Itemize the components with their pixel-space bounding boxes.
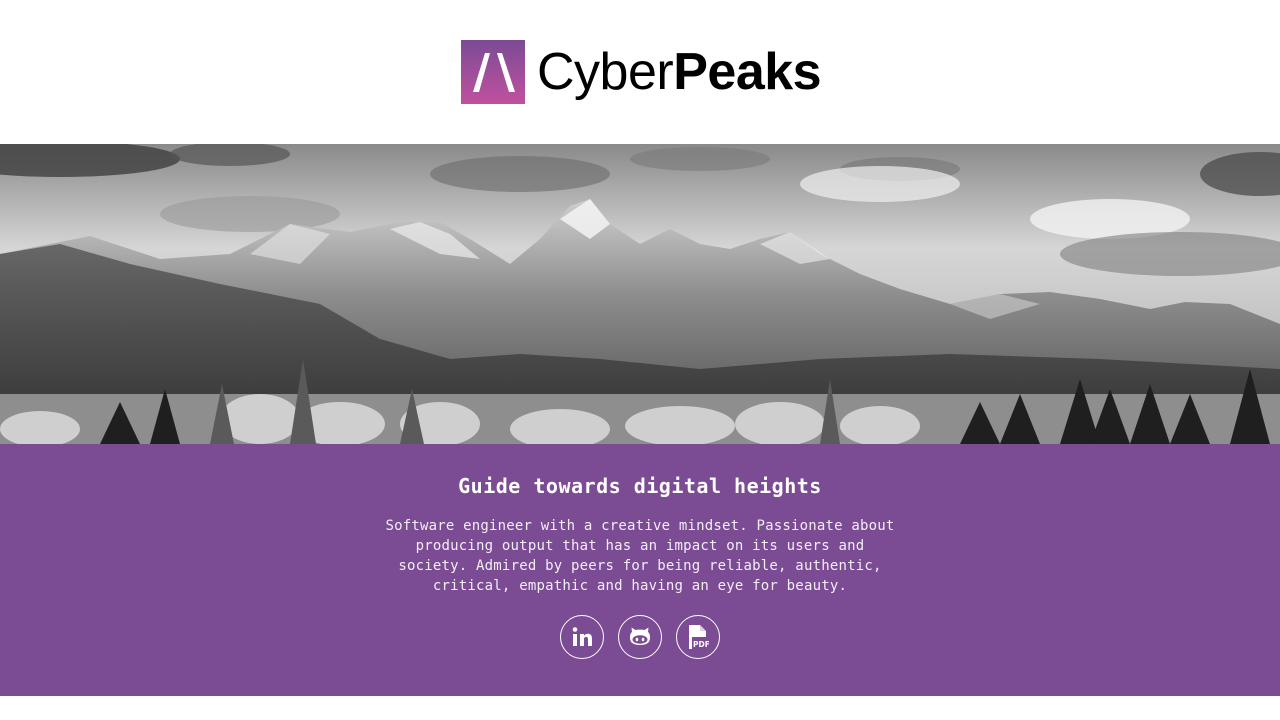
social-links: PDF	[560, 615, 720, 659]
bio-text: Software engineer with a creative mindse…	[385, 518, 895, 594]
site-header: CyberPeaks	[0, 0, 1280, 144]
pdf-icon: PDF	[689, 625, 709, 649]
logo-text-light: Cyber	[537, 43, 674, 101]
intro-band: Guide towards digital heights Software e…	[0, 444, 1280, 696]
next-section	[0, 696, 1280, 720]
linkedin-icon	[572, 627, 592, 646]
hero-image	[0, 144, 1280, 444]
site-logo[interactable]: CyberPeaks	[461, 40, 822, 104]
pdf-download-link[interactable]: PDF	[676, 615, 720, 659]
tagline-heading: Guide towards digital heights	[458, 474, 822, 498]
logo-text-bold: Peaks	[673, 43, 822, 101]
svg-text:PDF: PDF	[693, 640, 709, 649]
github-link[interactable]	[618, 615, 662, 659]
linkedin-link[interactable]	[560, 615, 604, 659]
github-icon	[630, 627, 650, 645]
logo-wordmark: CyberPeaks	[537, 40, 822, 104]
mountain-peak-logo-icon	[461, 40, 525, 104]
mountain-landscape-image	[0, 144, 1280, 444]
